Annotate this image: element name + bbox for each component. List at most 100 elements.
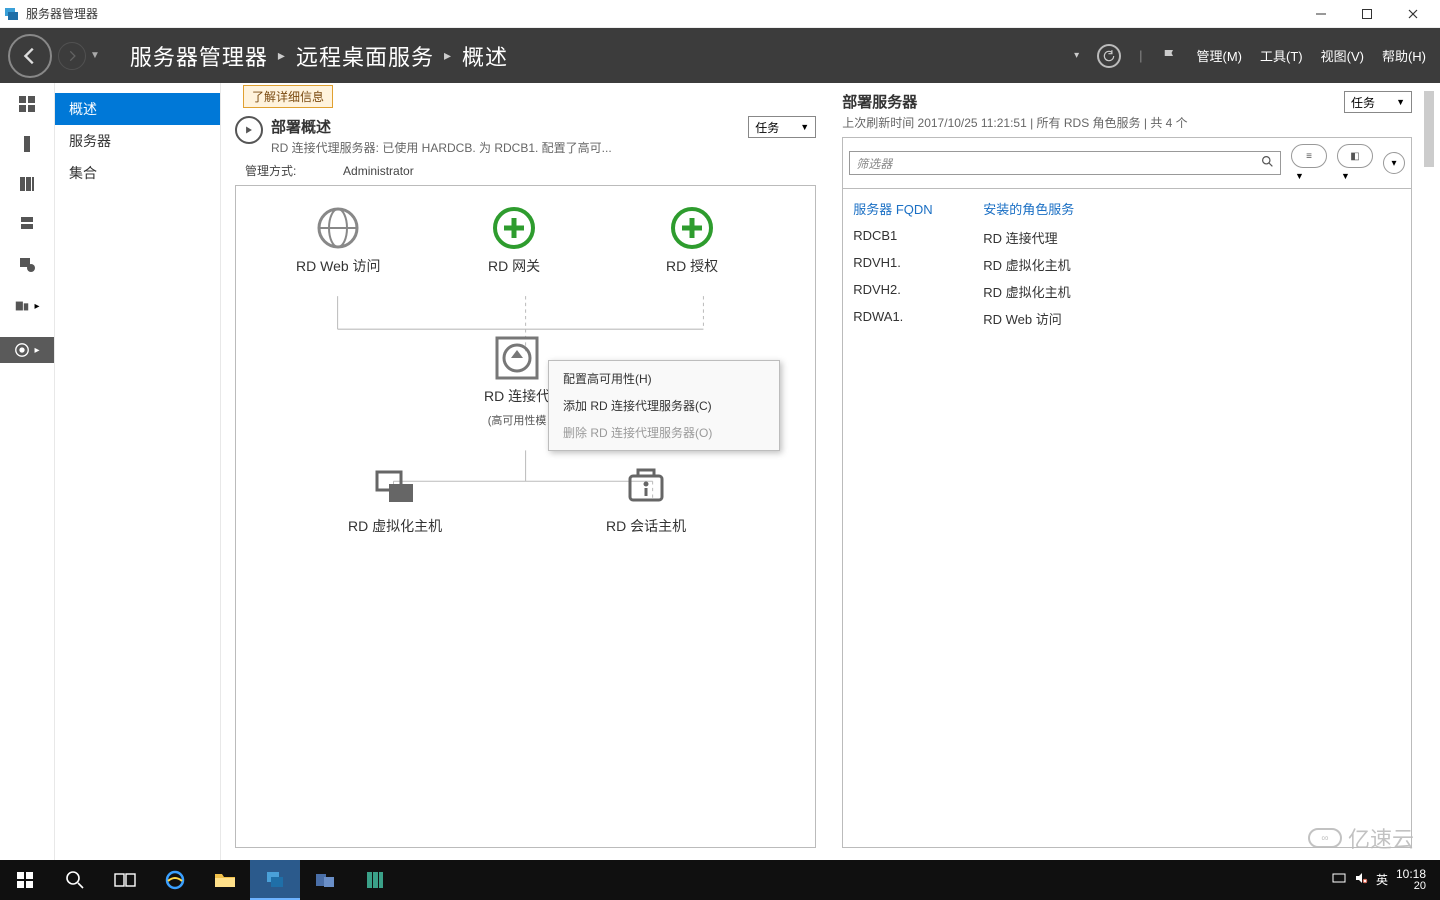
- filter-view-button[interactable]: ≡▼: [1291, 144, 1327, 182]
- filter-input[interactable]: 筛选器: [849, 151, 1281, 175]
- session-host-icon: [624, 466, 668, 510]
- expand-button[interactable]: ▾: [1383, 152, 1405, 174]
- breadcrumb: 服务器管理器 ▸ 远程桌面服务 ▸ 概述: [130, 40, 508, 72]
- chevron-down-icon: ▾: [1391, 158, 1396, 169]
- taskbar-explorer-icon[interactable]: [200, 860, 250, 900]
- node-rd-web-access[interactable]: RD Web 访问: [296, 206, 381, 276]
- node-subnote: (高可用性模: [488, 412, 547, 428]
- node-rd-session-host[interactable]: RD 会话主机: [606, 466, 686, 536]
- table-row[interactable]: RDWA1.RD Web 访问: [843, 305, 1411, 332]
- content-area: 了解详细信息 部署概述 RD 连接代理服务器: 已使用 HARDCB. 为 RD…: [221, 83, 1440, 860]
- rail-hyperv-icon[interactable]: [16, 253, 38, 275]
- node-label: RD 网关: [488, 256, 540, 276]
- info-banner[interactable]: 了解详细信息: [243, 85, 333, 108]
- node-rd-licensing[interactable]: RD 授权: [666, 206, 718, 276]
- taskbar-search-icon[interactable]: [50, 860, 100, 900]
- deployment-servers-title: 部署服务器: [842, 91, 1344, 112]
- node-rd-connection-broker[interactable]: RD 连接代 (高可用性模: [484, 336, 550, 428]
- taskbar-server-manager-icon[interactable]: [250, 860, 300, 900]
- tray-date: 20: [1396, 881, 1426, 893]
- table-row[interactable]: RDVH2.RD 虚拟化主机: [843, 278, 1411, 305]
- breadcrumb-sep-icon: ▸: [444, 47, 452, 64]
- menu-manage[interactable]: 管理(M): [1197, 46, 1243, 65]
- taskbar-ie-icon[interactable]: [150, 860, 200, 900]
- list-icon: ≡: [1306, 151, 1312, 162]
- tag-icon: ◧: [1350, 151, 1359, 162]
- overview-tasks-button[interactable]: 任务▼: [748, 116, 816, 138]
- rail-local-server-icon[interactable]: [16, 133, 38, 155]
- table-row[interactable]: RDVH1.RD 虚拟化主机: [843, 251, 1411, 278]
- deployment-overview-subtitle: RD 连接代理服务器: 已使用 HARDCB. 为 RDCB1. 配置了高可..…: [271, 139, 612, 156]
- filter-toolbar: 筛选器 ≡▼ ◧▼ ▾: [842, 137, 1412, 189]
- nav-dropdown-icon[interactable]: ▼: [90, 50, 100, 61]
- tray-ime[interactable]: 英: [1376, 871, 1388, 888]
- breadcrumb-root[interactable]: 服务器管理器: [130, 40, 268, 72]
- tray-clock[interactable]: 10:18: [1396, 868, 1426, 881]
- rail-all-servers-icon[interactable]: [16, 173, 38, 195]
- window-title: 服务器管理器: [26, 5, 98, 22]
- menu-help[interactable]: 帮助(H): [1382, 46, 1426, 65]
- rail-dashboard-icon[interactable]: [16, 93, 38, 115]
- menu-item-remove-cb: 删除 RD 连接代理服务器(O): [549, 419, 779, 446]
- managed-as-value: Administrator: [343, 164, 414, 178]
- tasks-label: 任务: [755, 119, 779, 136]
- overview-collapse-icon[interactable]: [235, 116, 263, 144]
- menu-item-configure-ha[interactable]: 配置高可用性(H): [549, 365, 779, 392]
- breadcrumb-leaf[interactable]: 概述: [462, 40, 508, 72]
- app-icon: [4, 6, 20, 22]
- nav-list: 概述 服务器 集合: [55, 83, 221, 860]
- managed-as-line: 管理方式: Administrator: [235, 156, 816, 185]
- col-header-role[interactable]: 安装的角色服务: [983, 199, 1074, 218]
- breadcrumb-mid[interactable]: 远程桌面服务: [296, 40, 434, 72]
- deployment-overview-title: 部署概述: [271, 116, 612, 137]
- rail-file-services-icon[interactable]: [16, 213, 38, 235]
- window-titlebar: 服务器管理器: [0, 0, 1440, 28]
- menu-item-add-cb[interactable]: 添加 RD 连接代理服务器(C): [549, 392, 779, 419]
- minimize-button[interactable]: [1298, 0, 1344, 28]
- nav-forward-button[interactable]: [58, 42, 86, 70]
- menu-tools[interactable]: 工具(T): [1260, 46, 1303, 65]
- servers-table: 服务器 FQDN 安装的角色服务 RDCB1RD 连接代理 RDVH1.RD 虚…: [842, 188, 1412, 848]
- nav-item-collections[interactable]: 集合: [55, 157, 220, 189]
- nav-item-servers[interactable]: 服务器: [55, 125, 220, 157]
- col-header-fqdn[interactable]: 服务器 FQDN: [853, 199, 983, 218]
- virtualization-host-icon: [373, 466, 417, 510]
- taskbar-app-icon[interactable]: [300, 860, 350, 900]
- nav-item-overview[interactable]: 概述: [55, 93, 220, 125]
- tray-volume-icon[interactable]: [1354, 871, 1368, 888]
- filter-save-button[interactable]: ◧▼: [1337, 144, 1373, 182]
- rail-rds-icon[interactable]: ▸: [0, 337, 54, 363]
- watermark-text: 亿速云: [1348, 822, 1414, 854]
- node-label: RD Web 访问: [296, 256, 381, 276]
- deployment-servers-panel: 部署服务器 上次刷新时间 2017/10/25 11:21:51 | 所有 RD…: [842, 91, 1412, 848]
- system-tray: 英 10:18 20: [1332, 868, 1440, 892]
- start-button[interactable]: [0, 860, 50, 900]
- task-view-icon[interactable]: [100, 860, 150, 900]
- rail-item-expandable[interactable]: ▸: [0, 293, 54, 319]
- filter-placeholder: 筛选器: [856, 155, 892, 172]
- servers-tasks-button[interactable]: 任务▼: [1344, 91, 1412, 113]
- watermark: ∞ 亿速云: [1308, 822, 1414, 854]
- node-label: RD 连接代: [484, 386, 550, 406]
- watermark-logo-icon: ∞: [1308, 828, 1342, 848]
- table-row[interactable]: RDCB1RD 连接代理: [843, 224, 1411, 251]
- close-button[interactable]: [1390, 0, 1436, 28]
- taskbar-app-icon[interactable]: [350, 860, 400, 900]
- node-label: RD 虚拟化主机: [348, 516, 442, 536]
- scrollbar[interactable]: [1422, 83, 1436, 860]
- deployment-overview-panel: 了解详细信息 部署概述 RD 连接代理服务器: 已使用 HARDCB. 为 RD…: [235, 91, 816, 848]
- deployment-servers-subtitle: 上次刷新时间 2017/10/25 11:21:51 | 所有 RDS 角色服务…: [842, 114, 1344, 131]
- node-rd-gateway[interactable]: RD 网关: [488, 206, 540, 276]
- add-circle-icon: [670, 206, 714, 250]
- header-bar: ▼ 服务器管理器 ▸ 远程桌面服务 ▸ 概述 ▾ | 管理(M) 工具(T) 视…: [0, 28, 1440, 83]
- refresh-icon[interactable]: [1097, 44, 1121, 68]
- tasks-label: 任务: [1351, 94, 1375, 111]
- nav-back-button[interactable]: [8, 34, 52, 78]
- maximize-button[interactable]: [1344, 0, 1390, 28]
- globe-icon: [316, 206, 360, 250]
- header-dropdown-icon[interactable]: ▾: [1074, 50, 1079, 61]
- menu-view[interactable]: 视图(V): [1321, 46, 1364, 65]
- tray-icon[interactable]: [1332, 871, 1346, 888]
- flag-icon[interactable]: [1161, 47, 1179, 65]
- node-rd-virtualization-host[interactable]: RD 虚拟化主机: [348, 466, 442, 536]
